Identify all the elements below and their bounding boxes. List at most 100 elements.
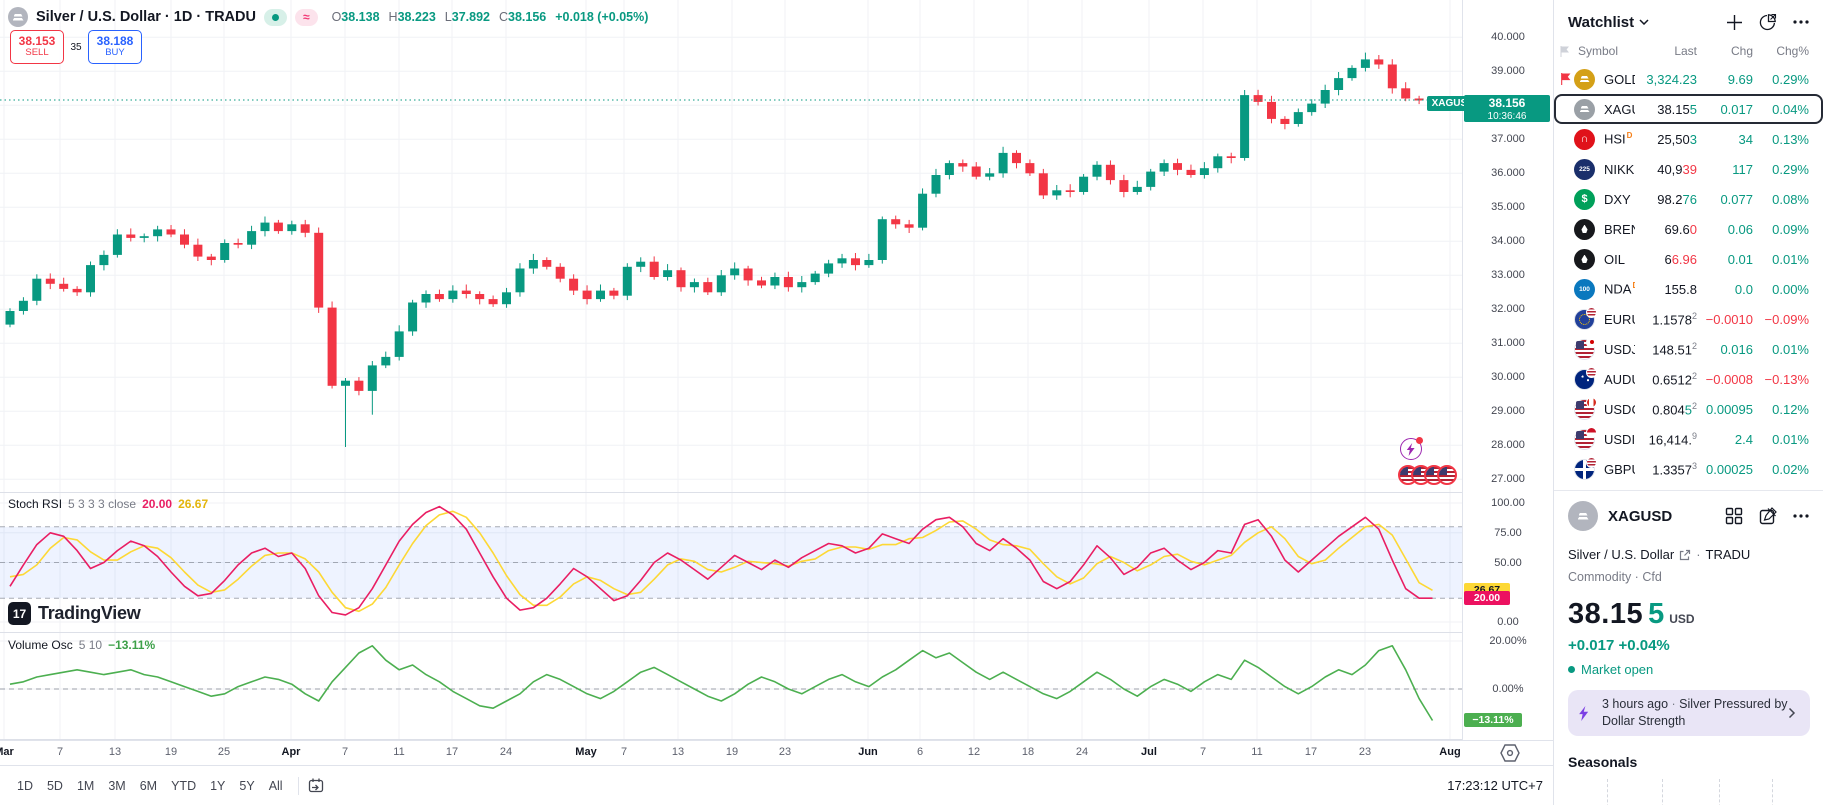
watchlist-row-usdc[interactable]: USDC0.804520.000950.12% [1554,394,1823,424]
performance-pie-icon[interactable] [1758,12,1778,32]
market-status[interactable]: Market open [1568,662,1809,677]
edit-note-icon[interactable] [1759,507,1777,525]
watchlist-row-gbpu[interactable]: GBPU1.335730.000250.02% [1554,454,1823,484]
watchlist-row-oil[interactable]: OIL66.960.010.01% [1554,244,1823,274]
usdji-icon [1574,339,1595,360]
stoch-rsi-name[interactable]: Stoch RSI [8,497,62,511]
time-tick: Apr [282,746,301,758]
go-to-date-icon[interactable] [307,777,325,795]
watchlist-title-dropdown[interactable]: Watchlist [1568,14,1649,31]
row-symbol: USDJI [1600,342,1635,357]
layout-grid-icon[interactable] [1725,507,1743,525]
range-button-5d[interactable]: 5D [40,775,70,797]
price-tick: 34.000 [1463,235,1553,247]
row-chgp: 0.29% [1753,162,1809,177]
range-button-1y[interactable]: 1Y [203,775,232,797]
news-time: 3 hours ago [1602,697,1668,711]
row-last: 1.33573 [1635,461,1697,477]
volume-osc-name[interactable]: Volume Osc [8,638,73,652]
range-button-6m[interactable]: 6M [133,775,164,797]
detail-currency: USD [1669,612,1694,626]
watchlist-row-bren[interactable]: BREN69.600.060.09% [1554,214,1823,244]
watchlist-panel: Watchlist [1553,0,1823,805]
trade-widget: 38.153 SELL 35 38.188 BUY [10,30,142,64]
row-chgp: 0.12% [1753,402,1809,417]
range-button-5y[interactable]: 5Y [232,775,261,797]
buy-button[interactable]: 38.188 BUY [88,30,142,64]
row-last: 66.96 [1635,252,1697,267]
market-status-pill[interactable] [264,9,287,26]
row-last: 0.80452 [1635,401,1697,417]
row-symbol: GBPU [1600,462,1635,477]
row-flag[interactable] [1560,73,1574,85]
time-tick: 19 [726,746,738,758]
seasonals-heading[interactable]: Seasonals [1568,754,1809,770]
row-last: 98.276 [1635,192,1697,207]
news-event-icon[interactable] [1400,438,1422,460]
chevron-right-icon [1788,707,1796,719]
watchlist-row-hsi[interactable]: ∩HSID25,503340.13% [1554,124,1823,154]
symbol-detail-panel: XAGUSD Silver / U.S. Dollar · [1554,491,1823,789]
row-symbol: NIKKE [1600,162,1635,177]
time-tick: 24 [1076,746,1088,758]
detail-symbol: XAGUSD [1608,508,1672,525]
range-button-3m[interactable]: 3M [101,775,132,797]
watchlist-row-gold[interactable]: GOLD3,324.239.690.29% [1554,64,1823,94]
watchlist-row-nikke[interactable]: 225NIKKE40,9391170.29% [1554,154,1823,184]
clock[interactable]: 17:23:12 UTC+7 [1447,778,1543,793]
sell-button[interactable]: 38.153 SELL [10,30,64,64]
watchlist-row-xagu[interactable]: XAGU38.1550.0170.04% [1554,94,1823,124]
detail-more-icon[interactable] [1793,514,1809,518]
watchlist-row-audu[interactable]: AUDU0.65122−0.0008−0.13% [1554,364,1823,394]
nikke-icon: 225 [1574,159,1595,180]
symbol-title[interactable]: Silver / U.S. Dollar · 1D · TRADU [36,9,256,25]
economic-events-icons[interactable] [1398,465,1457,485]
stoch-tick: 100.00 [1463,497,1553,509]
watchlist-more-icon[interactable] [1793,20,1809,24]
row-last: 16,414.9 [1635,431,1697,447]
row-chg: 0.00095 [1697,402,1753,417]
row-symbol: HSID [1600,131,1635,146]
watchlist-row-usdji[interactable]: USDJI148.5120.0160.01% [1554,334,1823,364]
watchlist-row-nda[interactable]: 100NDAD155.80.00.00% [1554,274,1823,304]
us-event-flag-icon[interactable] [1437,465,1457,485]
close-value: 38.156 [508,10,546,24]
row-symbol: DXY [1600,192,1635,207]
chevron-down-icon [1639,19,1649,25]
row-last: 25,503 [1635,132,1697,147]
time-axis[interactable]: Mar7131925Apr7111724May7131923Jun6121824… [0,740,1553,765]
us-flag-badge-icon [1586,367,1597,378]
approx-data-pill[interactable]: ≈ [295,9,318,26]
watchlist-row-euru[interactable]: EURU1.15782−0.0010−0.09% [1554,304,1823,334]
range-button-all[interactable]: All [262,775,290,797]
column-symbol: Symbol [1574,44,1635,58]
range-button-1m[interactable]: 1M [70,775,101,797]
id-flag-badge-icon [1586,427,1597,438]
news-headline-pill[interactable]: 3 hours ago · Silver Pressured by Dollar… [1568,690,1810,736]
row-chg: 9.69 [1697,72,1753,87]
add-symbol-button[interactable] [1726,14,1743,31]
range-button-1d[interactable]: 1D [10,775,40,797]
watchlist-row-usdii[interactable]: USDII16,414.92.40.01% [1554,424,1823,454]
range-buttons: 1D5D1M3M6MYTD1Y5YAll [10,775,290,797]
row-chgp: 0.08% [1753,192,1809,207]
row-symbol: OIL [1600,252,1635,267]
market-open-dot-icon [1568,666,1575,673]
time-tick: 11 [393,746,404,758]
external-link-icon[interactable] [1679,549,1691,561]
range-button-ytd[interactable]: YTD [164,775,203,797]
price-tick: 33.000 [1463,269,1553,281]
row-symbol: XAGU [1600,102,1635,117]
row-last: 0.65122 [1635,371,1697,387]
time-tick: Jul [1141,746,1157,758]
event-markers [1398,438,1457,485]
time-tick: 13 [109,746,121,758]
watchlist-row-dxy[interactable]: $DXY98.2760.0770.08% [1554,184,1823,214]
price-tick: 36.000 [1463,167,1553,179]
chart-plot[interactable] [0,0,1462,740]
notification-dot [1416,437,1423,444]
toolbar-divider [298,777,299,795]
silver-symbol-icon [8,7,28,27]
watchlist-rows: GOLD3,324.239.690.29%XAGU38.1550.0170.04… [1554,64,1823,491]
session-breaks-icon[interactable] [1500,744,1520,762]
